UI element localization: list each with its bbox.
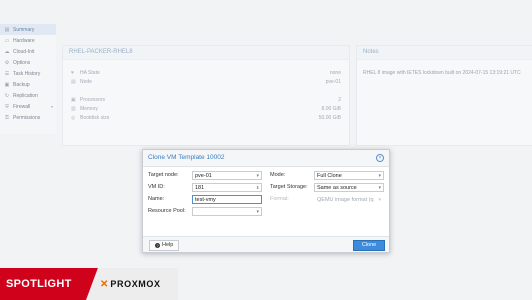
clone-dialog: Clone VM Template 10002 × Target node: p… bbox=[142, 149, 390, 253]
node-row: ▤ Node pve-01 bbox=[71, 77, 341, 86]
format-select: QEMU image format (q bbox=[314, 195, 384, 205]
sidebar-item-label: Summary bbox=[13, 26, 35, 33]
notes-panel-title: Notes bbox=[357, 46, 532, 60]
resource-pool-select[interactable] bbox=[192, 206, 262, 217]
clone-dialog-header: Clone VM Template 10002 × bbox=[143, 150, 389, 167]
sidebar-item-replication[interactable]: ↻ Replication bbox=[0, 90, 56, 101]
vm-sidebar: ▤ Summary ▭ Hardware ☁ Cloud-Init ⚙ Options ☰ Tas… bbox=[0, 24, 56, 134]
dialog-footer: ? Help Clone bbox=[143, 236, 389, 252]
sidebar-item-label: Cloud-Init bbox=[13, 48, 35, 55]
bootdisk-row: ◎ Bootdisk size 50.00 GiB bbox=[71, 113, 341, 122]
desktop-icon: ▭ bbox=[4, 37, 10, 44]
ha-state-value: none bbox=[329, 69, 341, 76]
mode-row: Mode: Full Clone bbox=[270, 170, 384, 181]
dialog-title: Clone VM Template 10002 bbox=[148, 154, 225, 161]
processors-row: ▣ Processors 2 bbox=[71, 95, 341, 104]
sidebar-item-label: Backup bbox=[13, 81, 30, 88]
sidebar-item-backup[interactable]: ▣ Backup bbox=[0, 79, 56, 90]
sidebar-item-label: Options bbox=[13, 59, 31, 66]
proxmox-logo: ✕ PROXMOX bbox=[86, 268, 178, 300]
memory-icon: ▥ bbox=[71, 105, 76, 112]
format-row: Format: QEMU image format (q bbox=[270, 194, 384, 205]
sidebar-item-label: Hardware bbox=[13, 37, 35, 44]
sidebar-item-label: Firewall bbox=[13, 103, 31, 110]
name-input[interactable]: test-vmy bbox=[192, 194, 262, 204]
unlock-icon: ⚿ bbox=[5, 114, 9, 121]
mode-label: Mode: bbox=[270, 172, 286, 178]
server-icon: ▤ bbox=[71, 78, 76, 85]
name-label: Name: bbox=[148, 196, 165, 202]
sidebar-item-task-history[interactable]: ☰ Task History bbox=[0, 68, 56, 79]
sidebar-item-label: Task History bbox=[13, 70, 41, 77]
ha-state-label: HA State bbox=[80, 69, 100, 76]
notes-panel: Notes RHEL 8 image with IETES lockdown b… bbox=[356, 45, 532, 146]
bootdisk-value: 50.00 GiB bbox=[318, 114, 341, 121]
shield-icon: ⛨ bbox=[5, 103, 9, 110]
vm-id-label: VM ID: bbox=[148, 184, 165, 190]
sidebar-item-summary[interactable]: ▤ Summary bbox=[0, 24, 56, 35]
cloud-icon: ☁ bbox=[4, 48, 10, 55]
memory-label: Memory bbox=[80, 105, 99, 112]
proxmox-wordmark: PROXMOX bbox=[110, 279, 161, 289]
format-label: Format: bbox=[270, 196, 289, 202]
cpu-icon: ▣ bbox=[71, 96, 76, 103]
bootdisk-label: Bootdisk size bbox=[80, 114, 110, 121]
help-button[interactable]: ? Help bbox=[149, 240, 180, 251]
sidebar-item-cloud-init[interactable]: ☁ Cloud-Init bbox=[0, 46, 56, 57]
vm-id-row: VM ID: 181 ⬍ bbox=[148, 182, 262, 192]
sidebar-item-hardware[interactable]: ▭ Hardware bbox=[0, 35, 56, 46]
resource-pool-label: Resource Pool: bbox=[148, 208, 186, 214]
floppy-icon: ▣ bbox=[4, 81, 10, 88]
target-storage-row: Target Storage: Same as source bbox=[270, 182, 384, 193]
vm-id-input[interactable]: 181 bbox=[192, 182, 262, 192]
gear-icon: ⚙ bbox=[4, 59, 10, 66]
spotlight-label: SPOTLIGHT bbox=[0, 268, 98, 300]
notes-text: RHEL 8 image with IETES lockdown built o… bbox=[363, 70, 521, 76]
chevron-down-icon[interactable]: ▾ bbox=[51, 104, 53, 109]
sidebar-item-label: Permissions bbox=[13, 114, 41, 121]
heartbeat-icon: ♥ bbox=[71, 69, 74, 76]
sidebar-item-label: Replication bbox=[13, 92, 38, 99]
sidebar-item-firewall[interactable]: ⛨ Firewall ▾ bbox=[0, 101, 56, 112]
name-row: Name: test-vmy bbox=[148, 194, 262, 204]
memory-row: ▥ Memory 8.00 GiB bbox=[71, 104, 341, 113]
disk-icon: ◎ bbox=[71, 114, 76, 121]
target-storage-select[interactable]: Same as source bbox=[314, 182, 384, 193]
node-label: Node bbox=[80, 78, 92, 85]
ha-state-row: ♥ HA State none bbox=[71, 68, 341, 77]
help-label: Help bbox=[162, 242, 174, 248]
target-node-row: Target node: pve-01 bbox=[148, 170, 262, 181]
memory-value: 8.00 GiB bbox=[321, 105, 341, 112]
summary-panel-title: RHEL-PACKER-RHEL8 bbox=[63, 46, 349, 60]
retweet-icon: ↻ bbox=[4, 92, 10, 99]
spotlight-banner: SPOTLIGHT ✕ PROXMOX bbox=[0, 268, 178, 300]
close-icon[interactable]: × bbox=[376, 154, 384, 162]
resource-pool-row: Resource Pool: bbox=[148, 206, 262, 217]
proxmox-x-icon: ✕ bbox=[100, 278, 109, 290]
processors-value: 2 bbox=[338, 96, 341, 103]
summary-panel: RHEL-PACKER-RHEL8 ♥ HA State none ▤ Node pve… bbox=[62, 45, 350, 146]
list-icon: ☰ bbox=[4, 70, 10, 77]
spinner-icon[interactable]: ⬍ bbox=[256, 185, 259, 190]
target-node-label: Target node: bbox=[148, 172, 179, 178]
target-storage-label: Target Storage: bbox=[270, 184, 308, 190]
clone-button[interactable]: Clone bbox=[353, 240, 385, 251]
mode-select[interactable]: Full Clone bbox=[314, 170, 384, 181]
target-node-select[interactable]: pve-01 bbox=[192, 170, 262, 181]
sidebar-item-options[interactable]: ⚙ Options bbox=[0, 57, 56, 68]
sidebar-item-permissions[interactable]: ⚿ Permissions bbox=[0, 112, 56, 123]
book-icon: ▤ bbox=[4, 26, 10, 33]
question-icon: ? bbox=[155, 243, 160, 248]
processors-label: Processors bbox=[80, 96, 106, 103]
node-value: pve-01 bbox=[325, 78, 341, 85]
